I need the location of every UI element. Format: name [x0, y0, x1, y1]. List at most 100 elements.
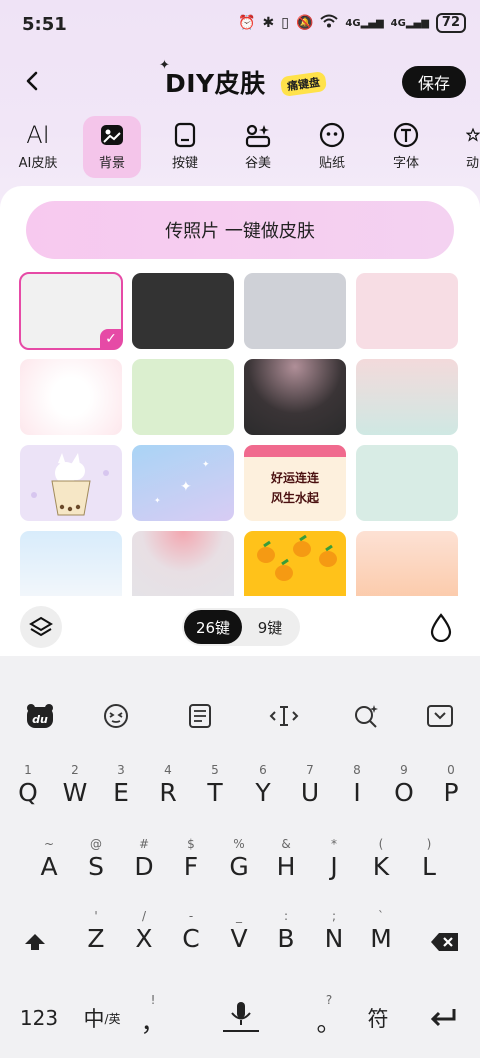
language-sub-label: /英: [104, 1011, 121, 1026]
background-tile[interactable]: ✓: [19, 272, 123, 350]
status-bar: 5:51 ⏰ ✱ ▯ 🔕 4G▂▄▆ 4G▂▄▆ 72: [0, 0, 480, 50]
symbols-key[interactable]: 符: [354, 1000, 402, 1036]
key-j[interactable]: * J: [311, 836, 357, 894]
backspace-icon: [431, 933, 458, 951]
wifi-icon: [320, 14, 339, 32]
upload-photo-button[interactable]: 传照片 一键做皮肤: [26, 201, 454, 259]
numbers-key[interactable]: 123: [12, 1000, 66, 1036]
backspace-key[interactable]: [420, 924, 470, 960]
image-icon: [83, 120, 141, 150]
key-o[interactable]: 9O: [381, 762, 427, 820]
background-tile[interactable]: [356, 359, 458, 435]
key-z[interactable]: ' Z: [73, 908, 119, 966]
keyboard: du 1Q 2W 3E 4R 5T 6Y 7U 8I 9O 0P ~ A @ S #…: [0, 656, 480, 1058]
star-icon: [450, 120, 480, 150]
key-h[interactable]: & H: [263, 836, 309, 894]
background-tile[interactable]: [356, 531, 458, 598]
mode-9-button[interactable]: 9键: [242, 610, 298, 644]
key-a[interactable]: ~ A: [26, 836, 72, 894]
background-tile[interactable]: [356, 445, 458, 521]
back-button[interactable]: [18, 66, 48, 96]
key-g[interactable]: % G: [216, 836, 262, 894]
shift-arrow-icon: [25, 934, 45, 950]
key-n[interactable]: ; N: [311, 908, 357, 966]
background-tile-mango[interactable]: [244, 531, 346, 598]
key-u[interactable]: 7U: [287, 762, 333, 820]
keyboard-layout-icon: [189, 704, 211, 728]
key-m[interactable]: ` M: [358, 908, 404, 966]
background-tile[interactable]: [20, 359, 122, 435]
key-q[interactable]: 1Q: [5, 762, 51, 820]
sticker-icon: [303, 120, 361, 150]
background-tile-lucky-text[interactable]: 好运连连 风生水起: [244, 445, 346, 521]
tab-shapes[interactable]: 谷美: [229, 116, 287, 178]
key-b[interactable]: :B: [263, 908, 309, 966]
hide-keyboard-button[interactable]: [422, 700, 458, 732]
bluetooth-icon: ✱: [262, 15, 275, 31]
tab-background[interactable]: 背景: [83, 116, 141, 178]
background-tile[interactable]: [356, 273, 458, 349]
background-tile-bubble-tea[interactable]: [20, 445, 122, 521]
key-icon: [156, 120, 214, 150]
comma-key[interactable]: !，: [130, 992, 176, 1050]
background-tile-sky[interactable]: ✦ ✦ ✦: [132, 445, 234, 521]
enter-key[interactable]: [420, 1000, 466, 1036]
status-time: 5:51: [22, 14, 67, 35]
tab-label: 背景: [98, 156, 125, 171]
key-p[interactable]: 0P: [428, 762, 474, 820]
background-tile[interactable]: [244, 359, 346, 435]
shapes-icon: [229, 120, 287, 150]
key-i[interactable]: 8I: [334, 762, 380, 820]
emoji-icon: [104, 704, 128, 728]
key-l[interactable]: ) L: [406, 836, 452, 894]
voice-key[interactable]: [218, 996, 264, 1036]
period-key[interactable]: ?。: [306, 992, 352, 1050]
layers-button[interactable]: [20, 606, 62, 648]
key-d[interactable]: # D: [121, 836, 167, 894]
keyboard-mode-toggle: 26键 9键: [182, 608, 300, 646]
signal-icon-2: 4G▂▄▆: [390, 17, 429, 29]
tile-top-bar: [244, 445, 346, 457]
checkmark-icon: ✓: [100, 329, 122, 349]
key-r[interactable]: 4R: [145, 762, 191, 820]
tab-stickers[interactable]: 贴纸: [303, 116, 361, 178]
du-logo-button[interactable]: du: [22, 700, 58, 732]
background-tile[interactable]: [132, 273, 234, 349]
key-s[interactable]: @ S: [73, 836, 119, 894]
tab-label: 贴纸: [318, 156, 345, 171]
key-t[interactable]: 5T: [192, 762, 238, 820]
emoji-button[interactable]: [98, 700, 134, 732]
tab-keys[interactable]: 按键: [156, 116, 214, 178]
background-panel: 传照片 一键做皮肤 ✓ ✦ ✦ ✦ 好运连连 风生水起: [0, 186, 480, 598]
bubble-tea-image: [31, 453, 109, 516]
key-x[interactable]: / X: [121, 908, 167, 966]
opacity-button[interactable]: [428, 612, 454, 643]
key-k[interactable]: (K: [358, 836, 404, 894]
key-e[interactable]: 3E: [98, 762, 144, 820]
tab-animation[interactable]: 动: [450, 116, 480, 178]
clipboard-button[interactable]: [182, 700, 218, 732]
shift-key[interactable]: [10, 924, 60, 960]
ai-icon: AI: [26, 121, 50, 149]
svg-text:✦: ✦: [202, 460, 210, 470]
language-toggle-key[interactable]: 中/英: [76, 1000, 128, 1036]
background-tile[interactable]: [132, 359, 234, 435]
mute-icon: 🔕: [295, 15, 314, 31]
layers-icon: [29, 616, 53, 637]
save-button[interactable]: 保存: [402, 66, 466, 98]
cursor-button[interactable]: [266, 700, 302, 732]
smart-search-button[interactable]: [348, 700, 384, 732]
tab-ai-skin[interactable]: AI AI皮肤: [9, 116, 67, 178]
key-w[interactable]: 2W: [52, 762, 98, 820]
tab-font[interactable]: 字体: [377, 116, 435, 178]
background-tile[interactable]: [20, 531, 122, 598]
mode-26-button[interactable]: 26键: [184, 610, 242, 644]
key-c[interactable]: -C: [168, 908, 214, 966]
key-y[interactable]: 6Y: [240, 762, 286, 820]
battery-indicator: 72: [435, 13, 466, 33]
enter-arrow-icon: [430, 1009, 456, 1027]
key-f[interactable]: $ F: [168, 836, 214, 894]
background-tile[interactable]: [244, 273, 346, 349]
key-v[interactable]: _ V: [216, 908, 262, 966]
background-tile[interactable]: [132, 531, 234, 598]
